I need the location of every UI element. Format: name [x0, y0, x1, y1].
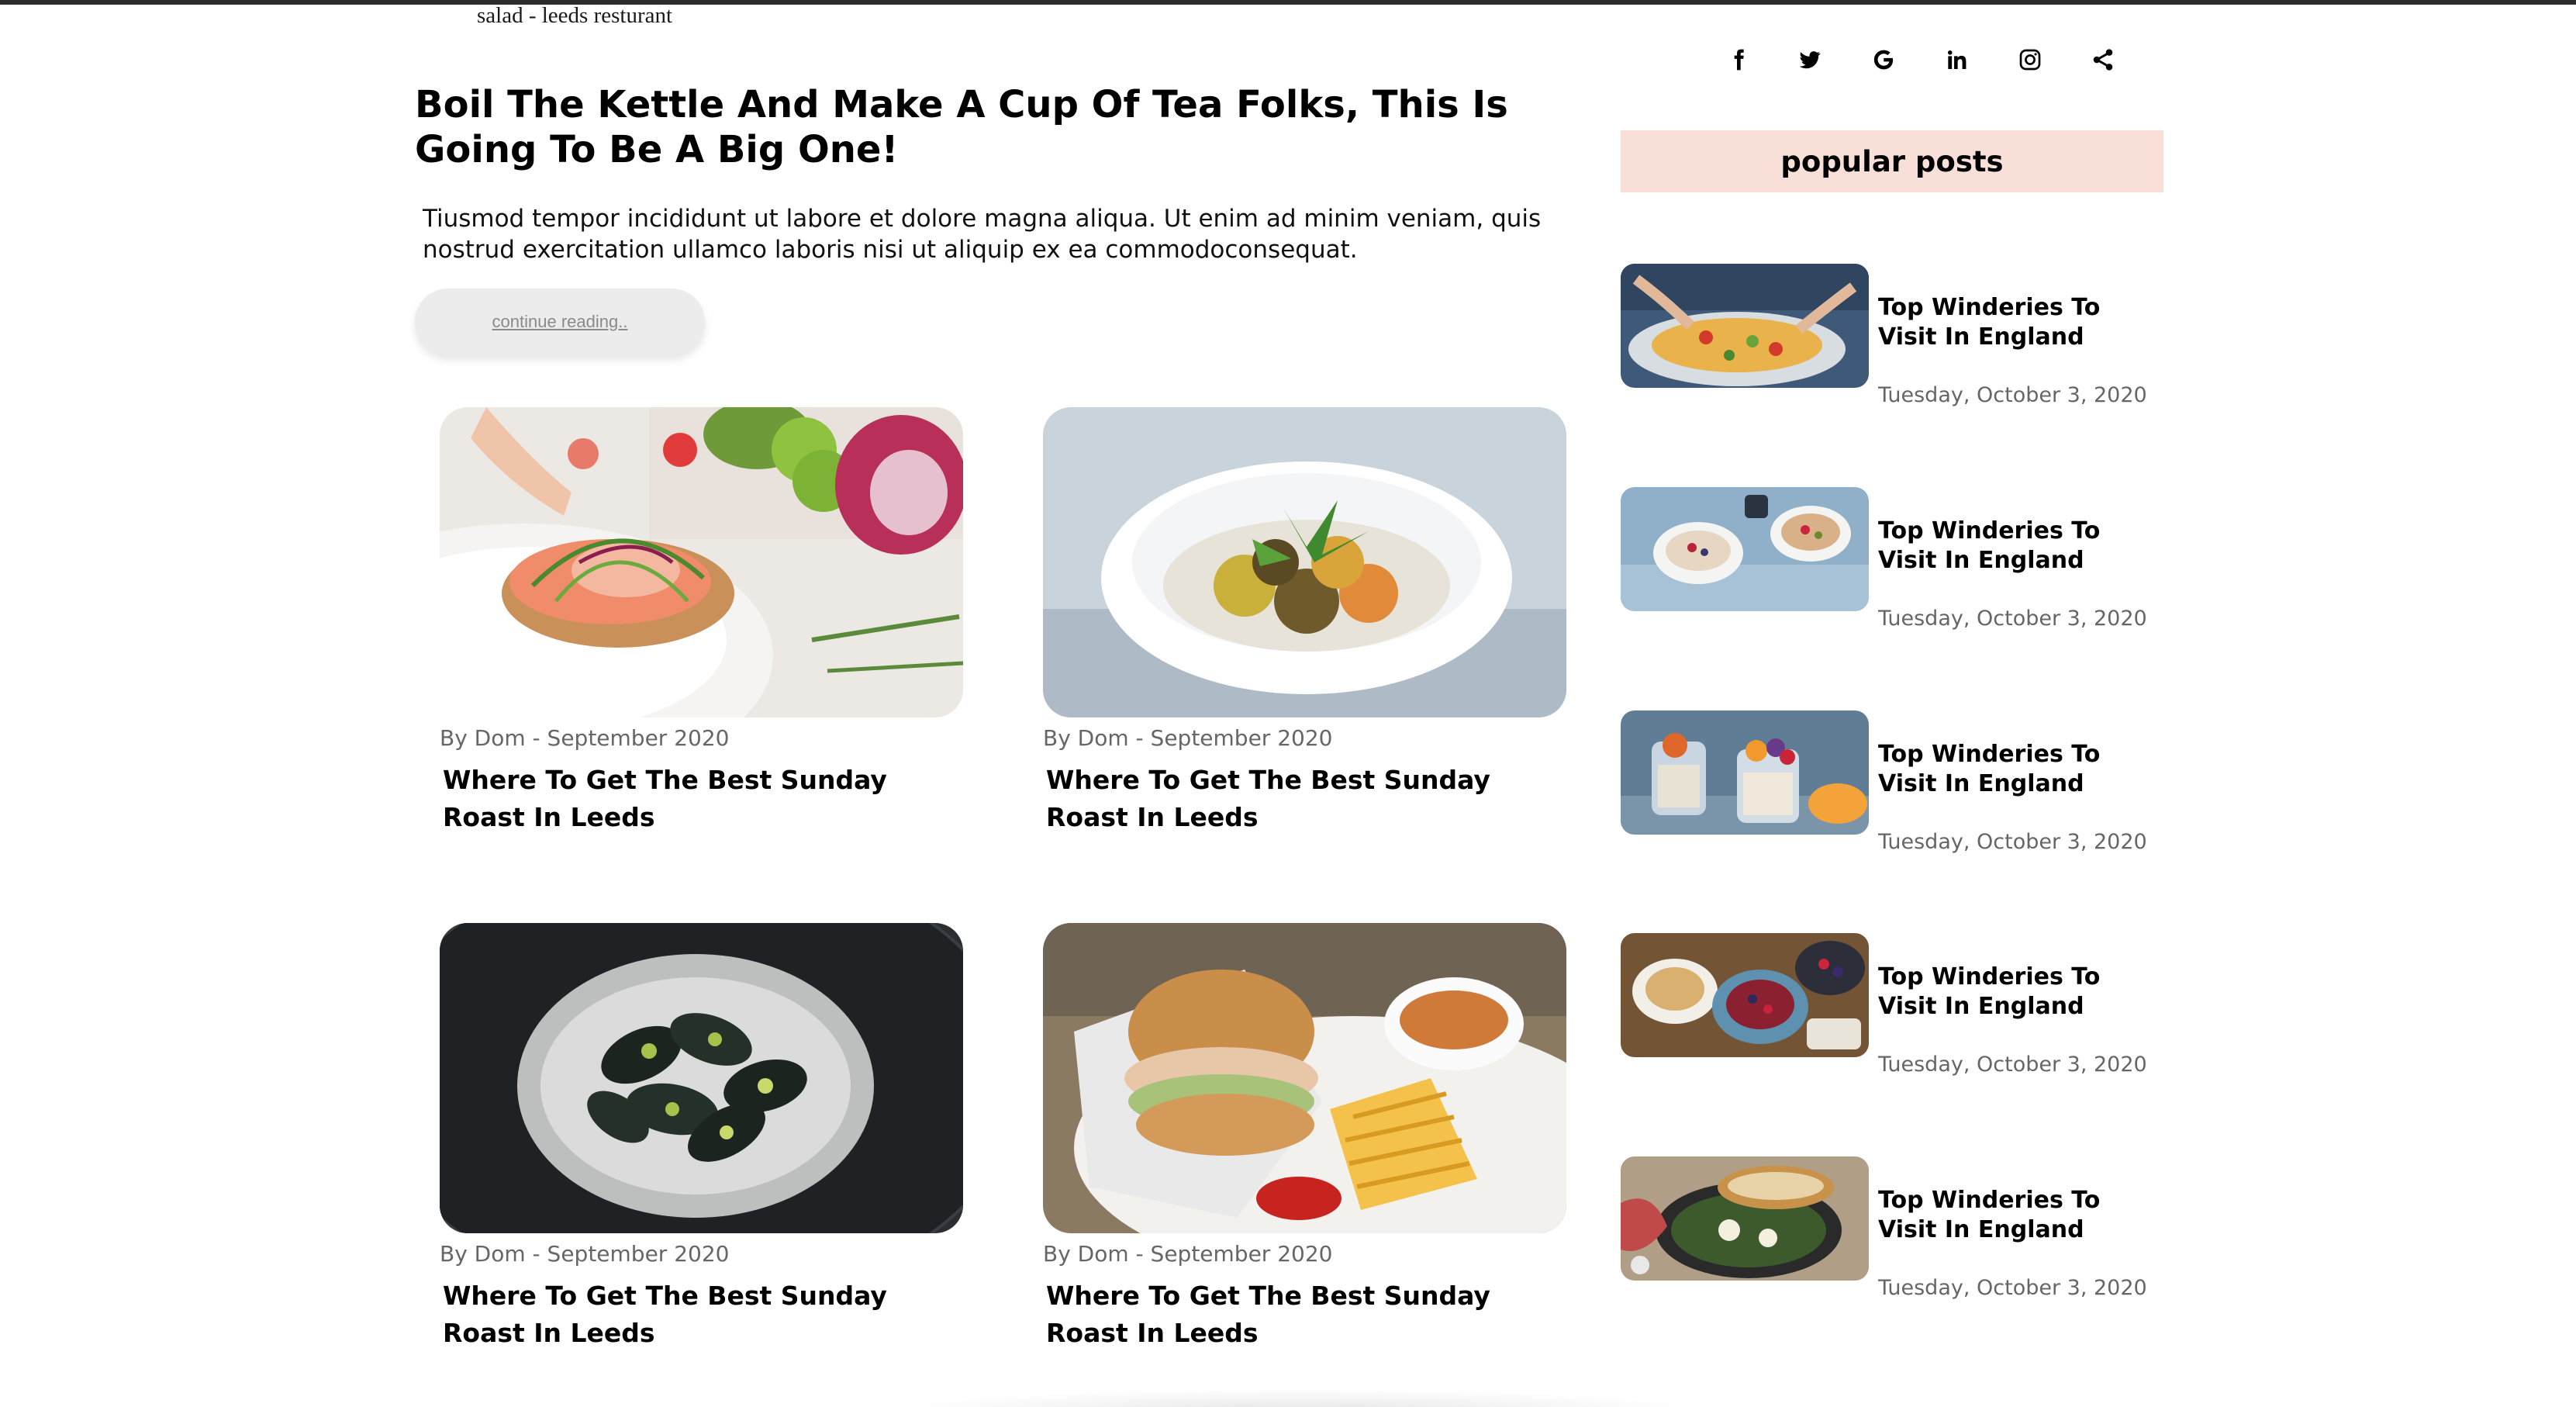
- popular-post-title[interactable]: Top Winderies To Visit In England: [1878, 517, 2165, 576]
- top-border: [0, 0, 2576, 5]
- popular-post-image-breakfast-bowls[interactable]: [1621, 487, 1869, 611]
- popular-post-title[interactable]: Top Winderies To Visit In England: [1878, 293, 2165, 352]
- popular-posts-header: popular posts: [1621, 130, 2163, 192]
- popular-post-date: Tuesday, October 3, 2020: [1878, 383, 2147, 407]
- popular-post-date: Tuesday, October 3, 2020: [1878, 607, 2147, 631]
- post-title[interactable]: Where To Get The Best Sunday Roast In Le…: [1046, 1277, 1566, 1352]
- post-meta: By Dom - September 2020: [1043, 725, 1333, 751]
- popular-post-item[interactable]: Top Winderies To Visit In England Tuesda…: [1621, 710, 2163, 866]
- hero-title[interactable]: Boil The Kettle And Make A Cup Of Tea Fo…: [415, 82, 1594, 172]
- instagram-icon[interactable]: [2011, 40, 2049, 79]
- bottom-fade-shadow: [892, 1388, 1706, 1407]
- post-card[interactable]: By Dom - September 2020 Where To Get The…: [1043, 407, 1566, 836]
- popular-post-date: Tuesday, October 3, 2020: [1878, 1053, 2147, 1077]
- popular-post-title[interactable]: Top Winderies To Visit In England: [1878, 740, 2165, 799]
- post-meta: By Dom - September 2020: [440, 1241, 730, 1267]
- post-image-curry-bowl[interactable]: [1043, 407, 1566, 717]
- hero-excerpt: Tiusmod tempor incididunt ut labore et d…: [423, 205, 1542, 264]
- popular-posts-heading: popular posts: [1780, 144, 2004, 178]
- popular-post-date: Tuesday, October 3, 2020: [1878, 830, 2147, 854]
- post-image-mussels[interactable]: [440, 923, 963, 1233]
- post-title[interactable]: Where To Get The Best Sunday Roast In Le…: [443, 1277, 962, 1352]
- post-title[interactable]: Where To Get The Best Sunday Roast In Le…: [443, 762, 962, 836]
- share-icon[interactable]: [2084, 40, 2122, 79]
- post-image-burger-fries[interactable]: [1043, 923, 1566, 1233]
- popular-post-title[interactable]: Top Winderies To Visit In England: [1878, 963, 2165, 1022]
- twitter-icon[interactable]: [1790, 40, 1829, 79]
- popular-post-title[interactable]: Top Winderies To Visit In England: [1878, 1186, 2165, 1245]
- post-card[interactable]: By Dom - September 2020 Where To Get The…: [440, 407, 963, 836]
- post-card[interactable]: By Dom - September 2020 Where To Get The…: [440, 923, 963, 1352]
- popular-post-image-berries-table[interactable]: [1621, 933, 1869, 1057]
- facebook-icon[interactable]: [1719, 40, 1758, 79]
- post-meta: By Dom - September 2020: [1043, 1241, 1333, 1267]
- popular-post-item[interactable]: Top Winderies To Visit In England Tuesda…: [1621, 264, 2163, 419]
- linkedin-icon[interactable]: [1937, 40, 1976, 79]
- post-image-salmon-toast[interactable]: [440, 407, 963, 717]
- popular-post-item[interactable]: Top Winderies To Visit In England Tuesda…: [1621, 487, 2163, 642]
- popular-post-date: Tuesday, October 3, 2020: [1878, 1276, 2147, 1300]
- post-title[interactable]: Where To Get The Best Sunday Roast In Le…: [1046, 762, 1566, 836]
- post-card[interactable]: By Dom - September 2020 Where To Get The…: [1043, 923, 1566, 1352]
- post-meta: By Dom - September 2020: [440, 725, 730, 751]
- google-icon[interactable]: [1864, 40, 1903, 79]
- continue-reading-button[interactable]: continue reading..: [415, 289, 705, 355]
- popular-post-item[interactable]: Top Winderies To Visit In England Tuesda…: [1621, 933, 2163, 1088]
- popular-post-image-nachos[interactable]: [1621, 264, 1869, 388]
- popular-post-item[interactable]: Top Winderies To Visit In England Tuesda…: [1621, 1156, 2163, 1312]
- image-caption: salad - leeds resturant: [477, 3, 673, 28]
- continue-reading-label[interactable]: continue reading..: [492, 312, 628, 332]
- popular-post-image-parfait[interactable]: [1621, 710, 1869, 835]
- popular-post-image-skillet-toast[interactable]: [1621, 1156, 1869, 1281]
